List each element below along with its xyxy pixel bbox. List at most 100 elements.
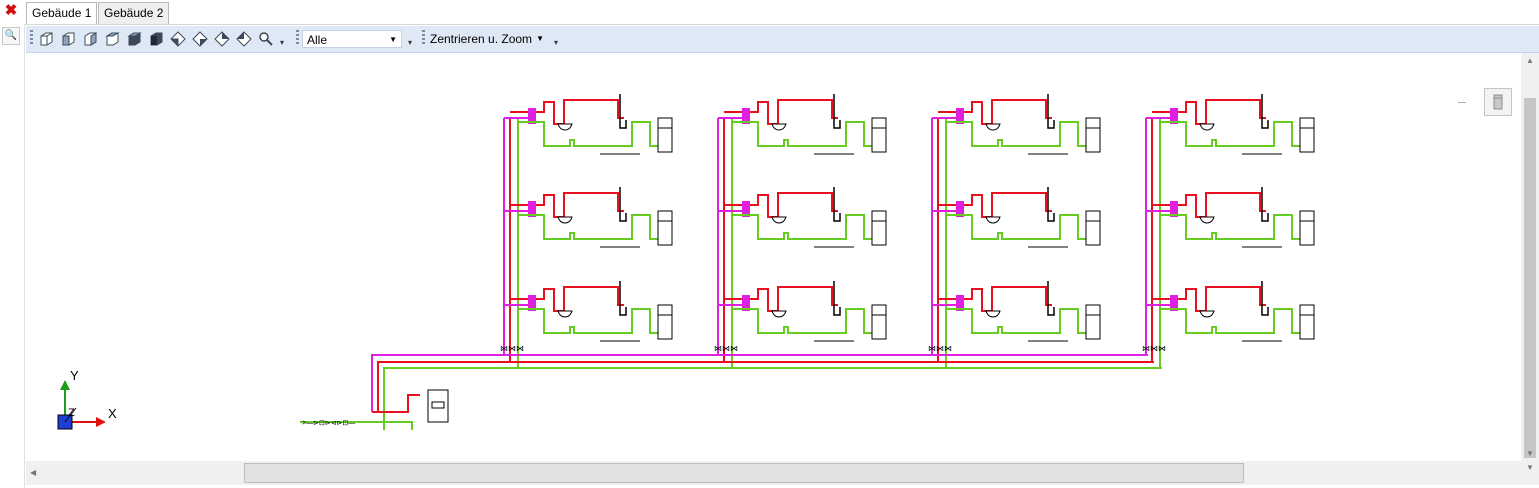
valve-symbol: ⋈⋈⋈: [1142, 344, 1166, 353]
tab-gebaeude-2[interactable]: Gebäude 2: [98, 2, 170, 24]
shower-symbol: [833, 281, 841, 316]
vertical-scrollbar[interactable]: ▲ ▼: [1521, 53, 1539, 461]
toolbar-overflow-icon[interactable]: ▾: [408, 38, 412, 47]
wc-cabinet-symbol: [871, 210, 887, 246]
shower-symbol: [619, 281, 627, 316]
hot-water-main: [377, 361, 1154, 412]
shower-symbol: [833, 94, 841, 129]
shower-symbol: [1047, 94, 1055, 129]
scroll-left-icon[interactable]: ◀: [30, 468, 36, 477]
x-axis-arrow: [96, 417, 106, 427]
cold-water-line: [1160, 308, 1311, 334]
shower-symbol: [1261, 187, 1269, 222]
cold-water-line: [946, 121, 1097, 147]
horizontal-scroll-thumb[interactable]: [244, 463, 1244, 483]
washbasin-symbol: [557, 310, 573, 318]
toolbar-overflow-icon[interactable]: ▾: [280, 38, 284, 47]
scroll-up-icon[interactable]: ▲: [1526, 56, 1534, 65]
vertical-scroll-thumb[interactable]: [1524, 98, 1536, 458]
view-bottom-icon[interactable]: [148, 31, 164, 47]
filter-select[interactable]: Alle ▼: [302, 30, 402, 48]
wc-cabinet-symbol: [657, 210, 673, 246]
wc-cabinet-symbol: [657, 304, 673, 340]
valve-symbol: ⋈⋈⋈: [500, 344, 524, 353]
view-back-icon[interactable]: [38, 31, 54, 47]
shower-symbol: [619, 187, 627, 222]
wc-cabinet-symbol: [657, 117, 673, 153]
scroll-down-icon[interactable]: ▼: [1526, 449, 1534, 458]
heater-cold-connection: [384, 421, 413, 430]
toolbar-grip[interactable]: [30, 30, 33, 46]
view-right-icon[interactable]: [104, 31, 120, 47]
iso-ne-icon[interactable]: [214, 31, 230, 47]
piping-schematic: ⋈⋈⋈ ⋈⋈⋈ ⋈⋈⋈ ⋈⋈⋈ >—⊳⊡⊳⊲⊳⊡— Y Z X: [57, 94, 1315, 430]
center-zoom-button[interactable]: Zentrieren u. Zoom ▼: [430, 30, 544, 48]
drawing-canvas[interactable]: ⋈⋈⋈ ⋈⋈⋈ ⋈⋈⋈ ⋈⋈⋈ >—⊳⊡⊳⊲⊳⊡— Y Z X: [26, 53, 1536, 461]
hot-water-line: [536, 192, 624, 218]
horizontal-scrollbar[interactable]: ◀: [26, 461, 1521, 485]
washbasin-symbol: [557, 216, 573, 224]
washbasin-symbol: [557, 123, 573, 131]
shower-symbol: [1047, 281, 1055, 316]
hot-water-line: [964, 99, 1052, 125]
washbasin-symbol: [1199, 310, 1215, 318]
view-cube-face[interactable]: [1484, 88, 1512, 116]
z-axis-label: Z: [68, 407, 75, 419]
iso-sw-icon[interactable]: [170, 31, 186, 47]
shower-symbol: [833, 187, 841, 222]
view-left-icon[interactable]: [82, 31, 98, 47]
tab-gebaeude-1[interactable]: Gebäude 1: [26, 2, 98, 24]
valve-symbol: ⋈⋈⋈: [928, 344, 952, 353]
cold-water-line: [518, 214, 669, 240]
wc-cabinet-symbol: [1085, 210, 1101, 246]
washbasin-symbol: [771, 123, 787, 131]
scroll-down-icon[interactable]: ▼: [1526, 463, 1534, 472]
wc-cabinet-symbol: [871, 117, 887, 153]
shower-symbol: [1261, 94, 1269, 129]
toolbar-overflow-icon[interactable]: ▾: [554, 38, 558, 47]
valve-symbol: ⋈⋈⋈: [714, 344, 738, 353]
cold-water-line: [732, 308, 883, 334]
washbasin-symbol: [771, 216, 787, 224]
close-icon[interactable]: ✖: [3, 3, 19, 19]
cold-water-line: [518, 121, 669, 147]
hot-water-line: [1178, 286, 1266, 312]
view-cube-dash: [1458, 102, 1466, 103]
iso-nw-icon[interactable]: [236, 31, 252, 47]
cold-water-line: [946, 308, 1097, 334]
washbasin-symbol: [1199, 123, 1215, 131]
iso-se-icon[interactable]: [192, 31, 208, 47]
toolbar-grip[interactable]: [422, 30, 425, 46]
hot-water-line: [750, 99, 838, 125]
search-icon[interactable]: 🔍: [2, 27, 20, 45]
hot-water-line: [536, 99, 624, 125]
wc-cabinet-symbol: [1299, 210, 1315, 246]
view-top-icon[interactable]: [126, 31, 142, 47]
wc-cabinet-symbol: [1299, 117, 1315, 153]
heater-hot-connection: [372, 394, 420, 413]
wc-cabinet-symbol: [1085, 304, 1101, 340]
shower-symbol: [619, 94, 627, 129]
y-axis-arrow: [60, 380, 70, 390]
chevron-down-icon: ▼: [536, 34, 545, 43]
washbasin-symbol: [985, 123, 1001, 131]
circulation-main: [371, 354, 1148, 412]
cold-water-line: [946, 214, 1097, 240]
toolbar-grip[interactable]: [296, 30, 299, 46]
zoom-search-icon[interactable]: [258, 31, 274, 47]
shower-symbol: [1261, 281, 1269, 316]
view-front-icon[interactable]: [60, 31, 76, 47]
x-axis-label: X: [108, 406, 117, 421]
wc-cabinet-symbol: [1299, 304, 1315, 340]
washbasin-symbol: [771, 310, 787, 318]
chevron-down-icon: ▼: [389, 35, 397, 44]
cold-water-line: [1160, 121, 1311, 147]
washbasin-symbol: [985, 310, 1001, 318]
shower-symbol: [1047, 187, 1055, 222]
cold-water-line: [518, 308, 669, 334]
y-axis-label: Y: [70, 368, 79, 383]
washbasin-symbol: [1199, 216, 1215, 224]
cold-water-line: [732, 121, 883, 147]
hot-water-line: [964, 286, 1052, 312]
hot-water-line: [1178, 99, 1266, 125]
